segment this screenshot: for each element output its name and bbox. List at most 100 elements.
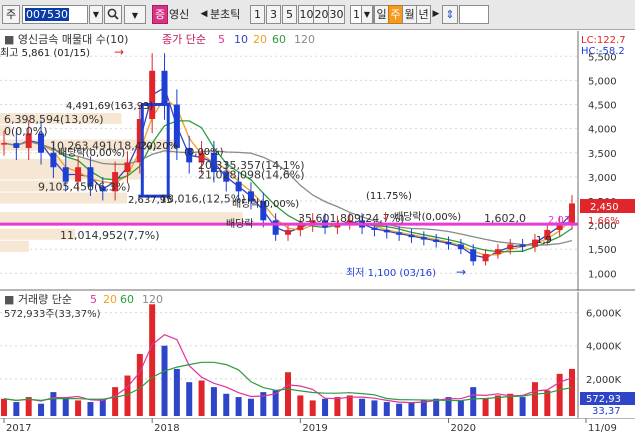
candle-body [235,181,242,192]
chevron-down-icon: ▼ [131,11,139,20]
volume-bar [383,402,390,416]
extra-input[interactable] [459,5,489,24]
volume-legend-title: ■ 거래량 단순 [4,293,72,306]
time-axis: 2017 2018 2019 2020 11/09 [0,417,635,434]
code-dropdown-button[interactable]: ▼ [89,5,103,24]
price-tick-label: 1,500 [588,245,617,256]
volume-bar [470,387,477,416]
volume-bar [285,372,291,416]
ma-5-label: 5 [218,33,225,46]
chevron-down-icon: ▼ [92,10,100,19]
candle-body [371,227,378,230]
volume-bar [309,400,316,416]
volume-profile-label: 11,014,952(7,7%) [60,229,160,242]
dividend-arrow-icon: ↓ [381,210,390,223]
triangle-right-icon[interactable]: ▶ [431,5,441,24]
candle-body [396,232,403,235]
search-button[interactable] [104,5,122,24]
monthly-button[interactable]: 월 [402,5,417,24]
candle-body [470,249,477,262]
candle-body [519,244,526,247]
volume-bar [371,400,378,416]
candle-body [445,242,452,245]
price-tick-label: 1,000 [588,269,617,280]
high-annotation: 최고 5,861 (01/15) [0,47,90,59]
flag-label: 배당락 [226,218,254,230]
candle-body [161,70,168,105]
volume-chart[interactable]: 6,000K4,000K2,000K ■ 거래량 단순 5 20 60 120 … [0,292,635,418]
volume-bar [556,373,563,416]
time-tick-label: 2019 [302,423,327,434]
volume-tick-label: 2,000K [586,375,622,386]
legend-box-icon: ■ [4,33,18,46]
candle-body [285,229,291,235]
price-tick-label: 5,000 [588,76,617,87]
volume-profile-label: 0(0,0%) [4,125,48,138]
triangle-left-icon[interactable]: ◀ [199,5,209,24]
count-dropdown[interactable]: ▼ [361,5,373,24]
minute-5-button[interactable]: 5 [282,5,297,24]
current-volume-label: 572,933주(33,37%) [4,309,101,320]
volume-bar [544,390,551,416]
stock-chart-window: 주 007530 ▼ ▼ 증 영신 ◀ 분초틱 1 3 5 10 20 30 1… [0,0,635,434]
pct-annotation-2: 20,20% [140,141,178,152]
candle-body [13,143,20,148]
ma-20-label: 20 [253,33,267,46]
volume-bar [149,304,156,416]
up-down-arrows-icon[interactable]: ⇕ [442,5,458,24]
mid-value-label: 1,9 [536,235,552,246]
last-price-label: 2,03 [548,215,570,226]
market-select[interactable]: 주 [2,5,20,24]
volume-profile-label: 9,105,456(6,3%) [38,181,131,194]
volume-profile-bar [0,240,29,252]
current-price-value: 2,450 [590,202,619,213]
volume-bar [359,398,366,416]
candle-body [408,234,415,238]
vol-ma-120-label: 120 [142,293,163,306]
volume-bar [223,393,230,416]
volume-bar [297,395,304,416]
pct-annotation-3: (0,00%) [184,147,224,158]
volume-panel[interactable]: 6,000K 4,000K 2,000K ■ 거래량 단순 5 20 60 120 … [0,292,635,418]
volume-profile-label: 1,602,0 [484,212,526,225]
price-tick-label: 4,000 [588,125,617,136]
current-change: 1.66% [588,216,620,227]
weekly-button[interactable]: 주 [388,5,403,24]
volume-bar [13,402,20,416]
price-legend-title: ■ 영신금속 매물대 수(10) [4,33,128,46]
time-axis-svg: 2017 2018 2019 2020 11/09 [0,417,635,434]
price-panel[interactable]: 5,5005,0004,5004,0003,5003,0002,5002,000… [0,31,635,291]
stock-name: 영신 [169,8,190,21]
period-label[interactable]: 분초틱 [209,5,249,24]
yearly-button[interactable]: 년 [416,5,431,24]
volume-bar [457,400,464,416]
stock-badge: 증 [152,5,168,24]
volume-bar [408,402,415,416]
volume-bar [210,387,217,416]
legend-box-icon: ■ [4,293,18,306]
volume-bar [186,382,193,416]
minute-1-button[interactable]: 1 [250,5,265,24]
minute-3-button[interactable]: 3 [266,5,281,24]
volume-pct: 33,37 [592,406,621,417]
volume-bar [346,395,353,416]
candle-body [272,220,279,235]
volume-bar [50,392,57,416]
lc-label: LC:122.7 [581,35,626,46]
stock-code-value: 007530 [25,8,69,21]
volume-bar [75,400,82,416]
low-annotation: 최저 1,100 (03/16) [346,267,436,279]
price-chart[interactable]: 5,5005,0004,5004,0003,5003,0002,5002,000… [0,31,635,291]
box-low-label: 2,637,95 [128,195,173,206]
stock-code-input[interactable]: 007530 [22,5,88,24]
daily-button[interactable]: 일 [374,5,389,24]
volume-profile-label: 21,028,098(14,6%) [198,168,305,181]
ma-120-label: 120 [294,33,315,46]
volume-bar [112,387,119,416]
volume-bar [87,402,94,416]
volume-bar [173,368,180,416]
volume-bar [124,375,131,416]
tools-dropdown-button[interactable]: ▼ [124,5,146,24]
time-tick-label: 11/09 [588,423,617,434]
minute-30-button[interactable]: 30 [328,5,345,24]
